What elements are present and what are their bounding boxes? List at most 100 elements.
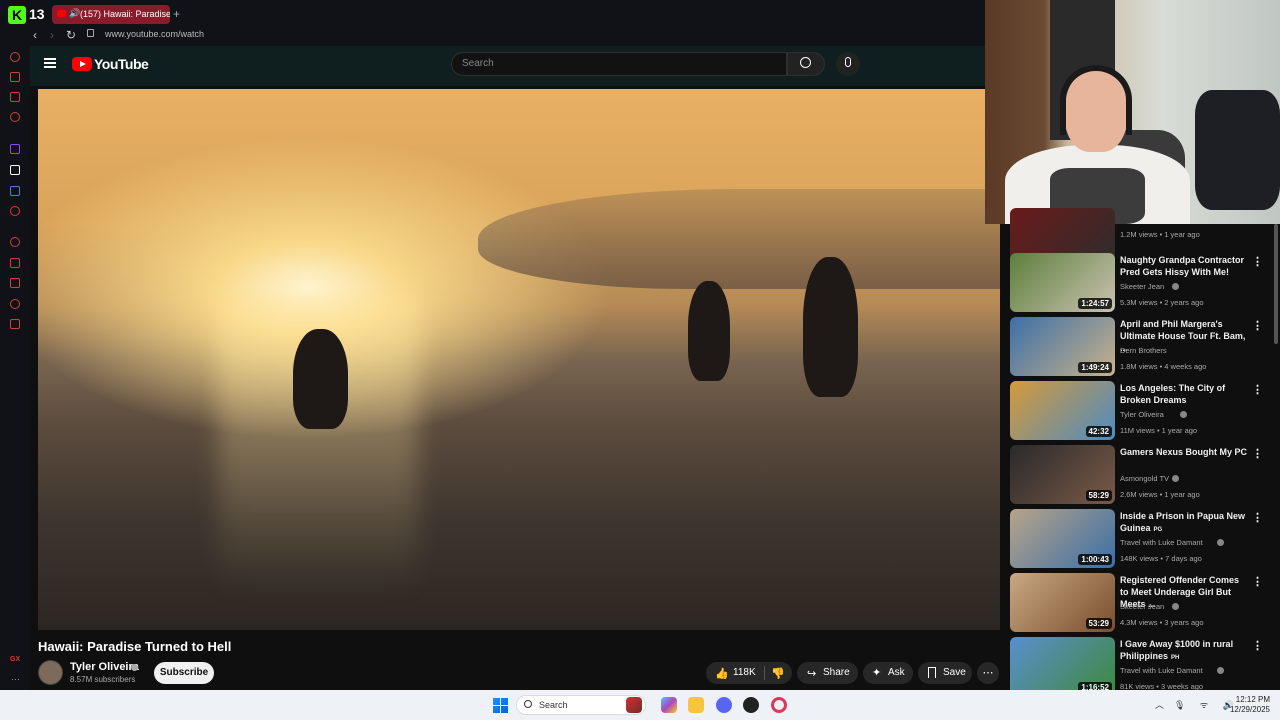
- hamburger-menu-icon[interactable]: [44, 58, 56, 68]
- gx-label[interactable]: GX: [10, 656, 20, 663]
- forward-button[interactable]: ›: [50, 28, 54, 42]
- recommendation-title[interactable]: Inside a Prison in Papua New Guinea PG: [1120, 510, 1250, 536]
- recommendation-title[interactable]: Los Angeles: The City of Broken Dreams: [1120, 382, 1250, 406]
- sidebar-discord-icon[interactable]: [10, 186, 20, 196]
- video-player[interactable]: [38, 89, 1000, 630]
- like-count[interactable]: 118K: [733, 662, 756, 684]
- recommendation-title-text: Los Angeles: The City of Broken Dreams: [1120, 383, 1226, 405]
- sidebar-send-icon[interactable]: [10, 258, 20, 268]
- sidebar-player-icon[interactable]: [10, 237, 20, 247]
- sidebar-extensions-icon[interactable]: [10, 299, 20, 309]
- recommendation-duration: 1:49:24: [1078, 362, 1112, 373]
- search-input[interactable]: Search: [451, 52, 787, 76]
- recommendation-thumbnail[interactable]: 42:32: [1010, 381, 1115, 440]
- recommendation-thumbnail[interactable]: 1:16:52: [1010, 637, 1115, 696]
- verified-icon: [1217, 667, 1225, 674]
- kick-logo-icon[interactable]: K: [8, 6, 26, 24]
- recommendation-title-badge: PG: [1153, 527, 1163, 533]
- taskbar-game-app-icon[interactable]: [626, 697, 642, 713]
- recommendation-item[interactable]: 53:29 Registered Offender Comes to Meet U…: [1010, 573, 1270, 633]
- file-explorer-icon[interactable]: [688, 697, 704, 713]
- share-icon: ↪: [807, 668, 817, 680]
- recommendation-channel[interactable]: Tyler Oliveira: [1120, 410, 1164, 419]
- sidebar-store-icon[interactable]: [10, 72, 20, 82]
- clock-date[interactable]: 12/29/2025: [1226, 705, 1270, 714]
- recommendation-thumbnail[interactable]: 1:00:43: [1010, 509, 1115, 568]
- recommendation-item[interactable]: 58:29 Gamers Nexus Bought My PC Asmongold …: [1010, 445, 1270, 505]
- kebab-menu-icon[interactable]: ⋮: [1252, 639, 1263, 652]
- sidebar-history-icon[interactable]: [10, 278, 20, 288]
- kebab-menu-icon[interactable]: ⋮: [1252, 383, 1263, 396]
- audio-playing-icon[interactable]: 🔊: [69, 8, 80, 19]
- kebab-menu-icon[interactable]: ⋮: [1252, 447, 1263, 460]
- subscribe-button[interactable]: Subscribe: [154, 662, 214, 684]
- sidebar-ai-icon[interactable]: [10, 52, 20, 62]
- bookmark-icon: [928, 667, 936, 678]
- copilot-icon[interactable]: [661, 697, 677, 713]
- browser-sidebar: [0, 46, 30, 690]
- verified-icon: [1180, 411, 1188, 418]
- clock-time[interactable]: 12:12 PM: [1232, 695, 1270, 704]
- recommendation-channel[interactable]: Dern Brothers: [1120, 346, 1167, 355]
- more-actions-button[interactable]: ⋯: [977, 662, 999, 684]
- new-tab-button[interactable]: +: [173, 7, 180, 21]
- recommendation-item[interactable]: 1:00:43 Inside a Prison in Papua New Guin…: [1010, 509, 1270, 569]
- sidebar-twitch-icon[interactable]: [10, 144, 20, 154]
- tab-count: 13: [29, 6, 45, 22]
- like-icon[interactable]: 👍: [715, 667, 729, 680]
- recommendation-title-badge: PH: [1171, 655, 1180, 661]
- recommendation-channel[interactable]: Travel with Luke Damant: [1120, 666, 1203, 675]
- youtube-logo-text[interactable]: YouTube: [94, 56, 149, 72]
- recommendation-title[interactable]: I Gave Away $1000 in rural Philippines PH: [1120, 638, 1250, 664]
- opera-gx-icon[interactable]: [771, 697, 787, 713]
- windows-start-icon[interactable]: [493, 698, 508, 713]
- recommendation-channel[interactable]: Asmongold TV: [1120, 474, 1169, 483]
- recommendation-meta: 1.2M views • 1 year ago: [1120, 230, 1200, 239]
- recommendation-title-text: Gamers Nexus Bought My PC: [1120, 447, 1248, 457]
- sidebar-news-icon[interactable]: [10, 92, 20, 102]
- taskbar-search-icon: [524, 700, 532, 708]
- recommendation-thumbnail[interactable]: 1:24:57: [1010, 253, 1115, 312]
- youtube-logo-icon[interactable]: [72, 57, 92, 71]
- address-bar[interactable]: www.youtube.com/watch: [105, 29, 204, 39]
- like-divider: [764, 666, 765, 680]
- recommendation-thumbnail[interactable]: 53:29: [1010, 573, 1115, 632]
- kebab-menu-icon[interactable]: ⋮: [1252, 511, 1263, 524]
- sidebar-more-button[interactable]: …: [11, 672, 20, 682]
- tray-overflow-chevron-icon[interactable]: ︿: [1155, 698, 1164, 711]
- recommendation-thumbnail[interactable]: 58:29: [1010, 445, 1115, 504]
- recommendation-duration: 1:24:57: [1078, 298, 1112, 309]
- webcam-bag: [1195, 90, 1280, 210]
- verified-icon: [1172, 283, 1180, 290]
- obs-icon[interactable]: [743, 697, 759, 713]
- back-button[interactable]: ‹: [33, 28, 37, 42]
- recommendation-thumbnail[interactable]: 1:49:24: [1010, 317, 1115, 376]
- discord-icon[interactable]: [716, 697, 732, 713]
- channel-name[interactable]: Tyler Oliveira: [70, 661, 139, 673]
- recommendation-item[interactable]: 1:24:57 Naughty Grandpa Contractor Pred G…: [1010, 253, 1270, 313]
- sidebar-youtube-icon[interactable]: [10, 206, 20, 216]
- recommendation-channel[interactable]: Skeeter Jean: [1120, 602, 1164, 611]
- ask-button[interactable]: Ask: [863, 662, 913, 684]
- recommendation-meta: 2.6M views • 1 year ago: [1120, 490, 1200, 499]
- kebab-menu-icon[interactable]: ⋮: [1252, 319, 1263, 332]
- reload-button[interactable]: ↻: [66, 28, 76, 42]
- recommendation-item[interactable]: 1:49:24 April and Phil Margera's Ultimate…: [1010, 317, 1270, 377]
- recommendation-item[interactable]: 42:32 Los Angeles: The City of Broken Dre…: [1010, 381, 1270, 441]
- recommendation-title[interactable]: Naughty Grandpa Contractor Pred Gets His…: [1120, 254, 1250, 278]
- kebab-menu-icon[interactable]: ⋮: [1252, 255, 1263, 268]
- sidebar-settings-icon[interactable]: [10, 319, 20, 329]
- sidebar-game-icon[interactable]: [10, 112, 20, 122]
- recommendation-title[interactable]: Gamers Nexus Bought My PC: [1120, 446, 1250, 458]
- video-title: Hawaii: Paradise Turned to Hell: [38, 639, 232, 654]
- lock-icon[interactable]: [87, 29, 94, 37]
- recommendation-channel[interactable]: Travel with Luke Damant: [1120, 538, 1203, 547]
- recommendation-channel[interactable]: Skeeter Jean: [1120, 282, 1164, 291]
- recommendations-scrollbar[interactable]: [1274, 224, 1278, 344]
- sidebar-x-icon[interactable]: [10, 165, 20, 175]
- channel-avatar[interactable]: [38, 660, 63, 685]
- save-button[interactable]: Save: [918, 662, 972, 684]
- recommendation-item[interactable]: 1:16:52 I Gave Away $1000 in rural Philip…: [1010, 637, 1270, 697]
- dislike-icon[interactable]: 👎: [771, 667, 785, 680]
- kebab-menu-icon[interactable]: ⋮: [1252, 575, 1263, 588]
